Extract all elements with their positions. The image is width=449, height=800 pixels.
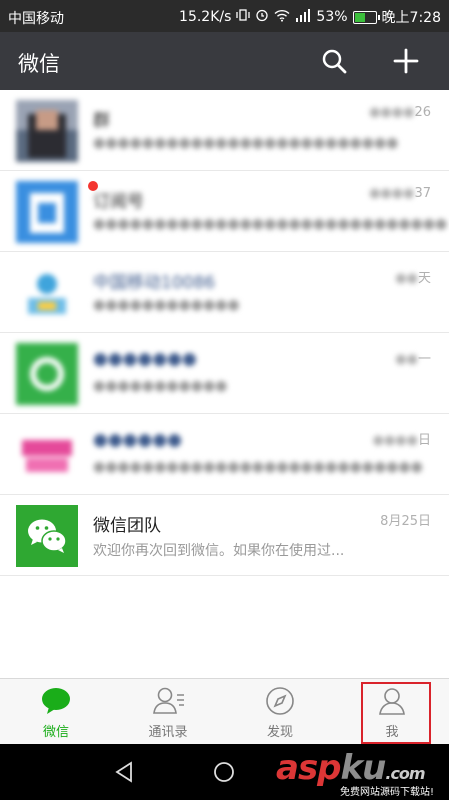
avatar	[16, 262, 78, 324]
chat-time: 8月25日	[380, 514, 431, 529]
tab-label: 发现	[266, 725, 293, 740]
app-bar: 微信	[0, 32, 449, 90]
chat-list: 群 ●●●●●●●●●●●●●●●●●●●●●●●●● ●●●●26 订阅号 ●…	[0, 90, 449, 576]
chat-preview: ●●●●●●●●●●●●●●●●●●●●●●●●●	[93, 135, 399, 151]
chat-title: 微信团队	[93, 516, 161, 536]
wifi-icon	[274, 9, 290, 26]
tab-label: 通讯录	[148, 725, 188, 740]
chat-time: ●●天	[395, 271, 431, 286]
vibrate-icon	[236, 8, 251, 26]
avatar	[16, 505, 78, 567]
page-title: 微信	[18, 52, 60, 76]
chat-bubble-icon	[42, 688, 70, 714]
add-button[interactable]	[390, 45, 422, 77]
watermark-subtitle: 免费网站源码下载站!	[340, 787, 435, 798]
tab-label: 微信	[42, 725, 69, 740]
home-icon[interactable]	[212, 760, 236, 784]
back-icon[interactable]	[112, 760, 136, 784]
highlight-box	[361, 682, 431, 744]
avatar	[16, 424, 78, 486]
wechat-logo-icon	[16, 505, 78, 567]
chat-title: 群	[93, 111, 110, 131]
avatar	[16, 100, 78, 162]
chat-time: ●●●●日	[372, 433, 431, 448]
chat-time: ●●一	[395, 352, 431, 367]
chat-preview: ●●●●●●●●●●●●●●●●●●●●●●●●●●●	[93, 459, 423, 475]
status-bar: 中国移动 15.2K/s 53% 晚上7:28	[0, 0, 449, 32]
avatar	[16, 343, 78, 405]
chat-preview: ●●●●●●●●●●●●●●●●●●●●●●●●●●●●●	[93, 216, 448, 232]
tab-contacts[interactable]: 通讯录	[112, 679, 224, 745]
chat-time: ●●●●26	[369, 105, 431, 120]
carrier-label: 中国移动	[8, 11, 64, 27]
chat-row[interactable]: ●●●●●● ●●●●●●●●●●●●●●●●●●●●●●●●●●● ●●●●日	[0, 414, 449, 495]
tab-discover[interactable]: 发现	[224, 679, 336, 745]
chat-row[interactable]: 订阅号 ●●●●●●●●●●●●●●●●●●●●●●●●●●●●● ●●●●37	[0, 171, 449, 252]
search-button[interactable]	[318, 45, 350, 77]
signal-icon	[295, 8, 311, 26]
chat-row[interactable]: 群 ●●●●●●●●●●●●●●●●●●●●●●●●● ●●●●26	[0, 90, 449, 171]
chat-preview: 欢迎你再次回到微信。如果你在使用过...	[93, 543, 345, 559]
chat-preview: ●●●●●●●●●●●	[93, 378, 228, 394]
avatar	[16, 181, 98, 243]
network-speed: 15.2K/s	[179, 9, 232, 25]
chat-title: ●●●●●●●	[93, 349, 197, 369]
compass-icon	[266, 687, 294, 715]
contacts-icon	[153, 687, 184, 714]
chat-row[interactable]: 中国移动10086 ●●●●●●●●●●●● ●●天	[0, 252, 449, 333]
chat-preview: ●●●●●●●●●●●●	[93, 297, 240, 313]
battery-icon	[352, 10, 380, 24]
chat-time: ●●●●37	[369, 186, 431, 201]
chat-title: ●●●●●●	[93, 430, 183, 450]
chat-row-wechat-team[interactable]: 微信团队 欢迎你再次回到微信。如果你在使用过... 8月25日	[0, 495, 449, 576]
search-icon	[322, 49, 347, 74]
tab-chats[interactable]: 微信	[0, 679, 112, 745]
chat-row[interactable]: ●●●●●●● ●●●●●●●●●●● ●●一	[0, 333, 449, 414]
watermark: aspku.com	[276, 748, 426, 788]
battery-percent: 53%	[316, 9, 348, 25]
alarm-icon	[255, 8, 269, 26]
clock: 晚上7:28	[381, 10, 441, 26]
chat-title: 中国移动10086	[93, 273, 216, 293]
plus-icon	[393, 48, 419, 74]
chat-title: 订阅号	[93, 192, 144, 212]
